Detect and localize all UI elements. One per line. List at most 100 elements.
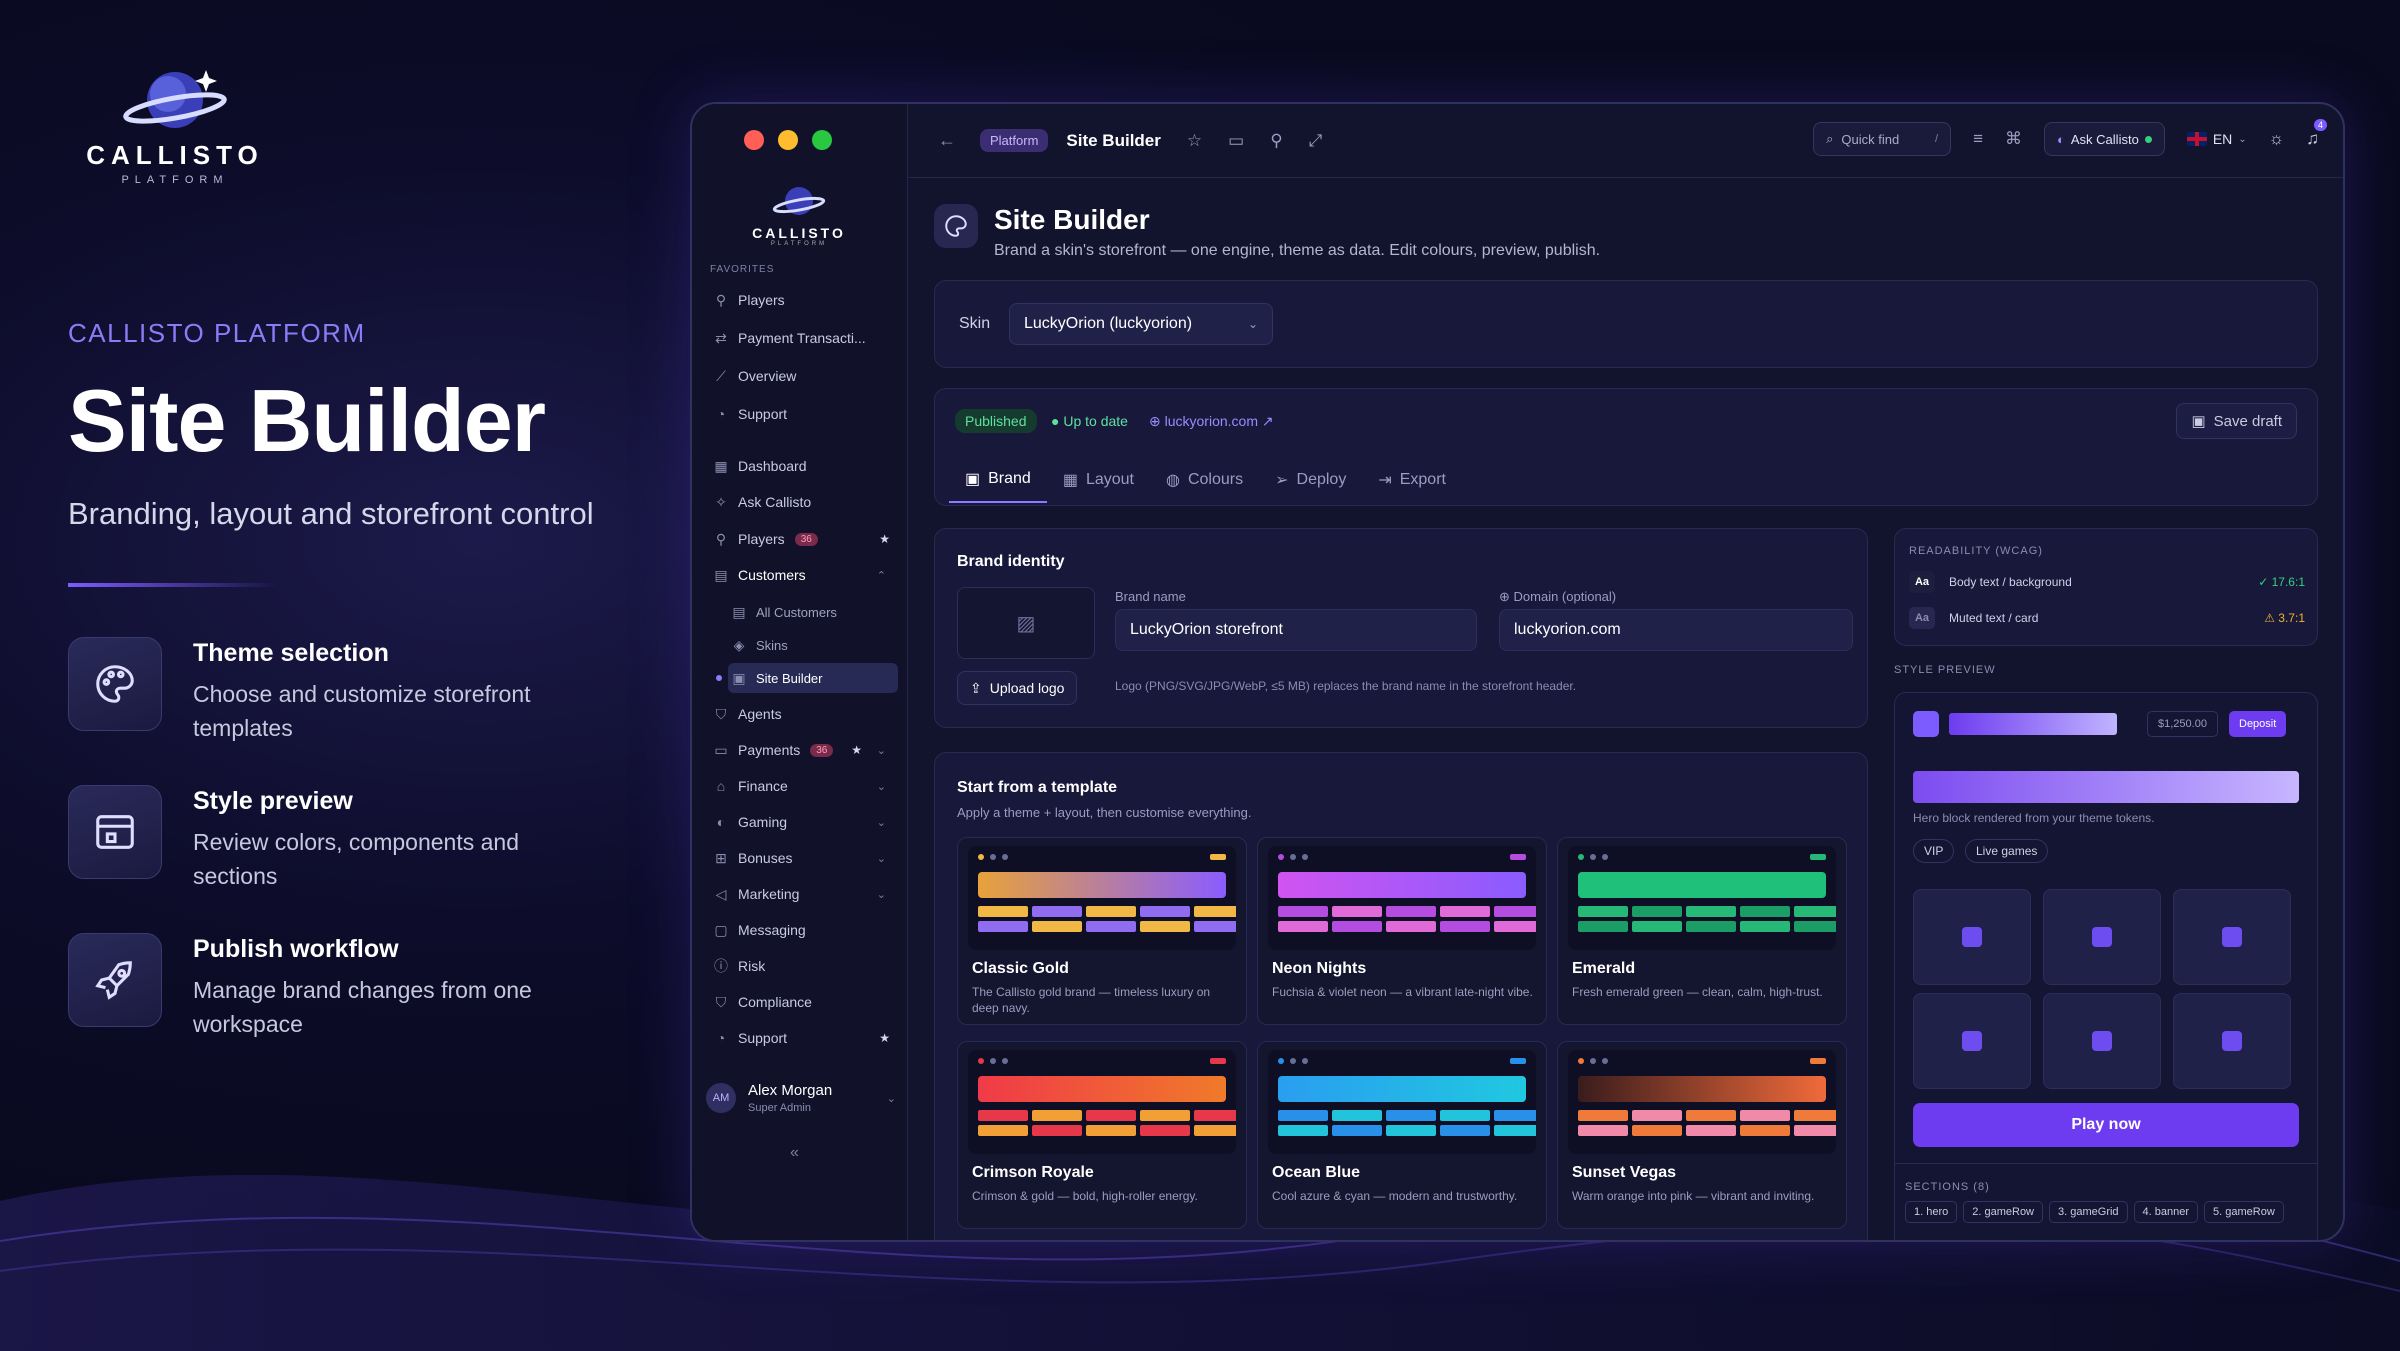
tab-colours[interactable]: ◍ Colours bbox=[1150, 457, 1259, 503]
preview-cell bbox=[1386, 906, 1436, 917]
sidebar-item-players[interactable]: ⚲ Players 36 ★ bbox=[710, 524, 898, 554]
command-icon[interactable]: ⌘ bbox=[2005, 129, 2022, 149]
upload-logo-label: Upload logo bbox=[989, 680, 1065, 696]
preview-cell bbox=[1632, 1125, 1682, 1136]
preview-cell bbox=[1686, 1125, 1736, 1136]
tab-brand[interactable]: ▣ Brand bbox=[949, 457, 1047, 503]
sidebar-item-messaging[interactable]: ▢ Messaging bbox=[710, 915, 898, 945]
window-icon[interactable]: ▭ bbox=[1228, 131, 1244, 151]
feature-publish-workflow: Publish workflow Manage brand changes fr… bbox=[68, 933, 628, 1037]
quick-find-button[interactable]: ⌕ Quick find / bbox=[1813, 122, 1952, 156]
upload-icon: ⇪ bbox=[970, 679, 982, 696]
preview-chip-vip[interactable]: VIP bbox=[1913, 839, 1955, 863]
domain-input[interactable]: luckyorion.com bbox=[1499, 609, 1853, 651]
preview-deposit-button[interactable]: Deposit bbox=[2229, 711, 2287, 737]
user-menu[interactable]: AM Alex Morgan Super Admin ⌄ bbox=[706, 1070, 896, 1126]
domain-link[interactable]: ⊕ luckyorion.com ↗ bbox=[1149, 413, 1274, 430]
sidebar-item-agents[interactable]: ⛉ Agents bbox=[710, 699, 898, 729]
preview-dot bbox=[978, 1058, 984, 1064]
preview-game-tile bbox=[2043, 889, 2161, 985]
section-chip[interactable]: 3. gameGrid bbox=[2049, 1201, 2128, 1223]
preview-chip-live-games[interactable]: Live games bbox=[1965, 839, 2049, 863]
sidebar-item-marketing[interactable]: ◁ Marketing ⌄ bbox=[710, 879, 898, 909]
star-icon[interactable]: ★ bbox=[851, 743, 862, 757]
sidebar-item-dashboard[interactable]: ▦ Dashboard bbox=[710, 451, 898, 481]
tab-deploy[interactable]: ➢ Deploy bbox=[1259, 457, 1362, 503]
sidebar-item-skins[interactable]: ◈ Skins bbox=[728, 630, 898, 660]
sidebar-fav-payment-transactions[interactable]: ⇄ Payment Transacti... bbox=[710, 323, 898, 353]
domain-label: ⊕ Domain (optional) bbox=[1499, 589, 1617, 604]
sidebar-item-label: Payments bbox=[738, 742, 801, 758]
sidebar-item-site-builder[interactable]: ▣ Site Builder bbox=[716, 663, 898, 693]
minimize-window-button[interactable] bbox=[778, 130, 798, 150]
collapse-sidebar-button[interactable]: « bbox=[790, 1144, 799, 1162]
sidebar-item-payments[interactable]: ▭ Payments 36 ★ ⌄ bbox=[710, 735, 898, 765]
expand-icon[interactable]: ⤢ bbox=[1309, 131, 1323, 151]
tab-layout[interactable]: ▦ Layout bbox=[1047, 457, 1150, 503]
sidebar-item-support[interactable]: ◔ Support ★ bbox=[710, 1023, 898, 1053]
skin-select[interactable]: LuckyOrion (luckyorion) ⌄ bbox=[1009, 303, 1273, 345]
sidebar-item-all-customers[interactable]: ▤ All Customers bbox=[728, 597, 898, 627]
sidebar-item-label: Support bbox=[738, 1030, 788, 1046]
sidebar-item-bonuses[interactable]: ⊞ Bonuses ⌄ bbox=[710, 843, 898, 873]
sidebar-item-label: All Customers bbox=[756, 604, 837, 620]
template-card[interactable]: Ocean Blue Cool azure & cyan — modern and… bbox=[1257, 1041, 1547, 1229]
star-icon[interactable]: ☆ bbox=[1187, 131, 1202, 151]
preview-cell bbox=[1386, 1125, 1436, 1136]
sidebar-item-customers[interactable]: ▤ Customers ⌃ bbox=[710, 560, 898, 590]
template-card[interactable]: Classic Gold The Callisto gold brand — ti… bbox=[957, 837, 1247, 1025]
tab-label: Brand bbox=[988, 470, 1031, 487]
section-chip[interactable]: 5. gameRow bbox=[2204, 1201, 2284, 1223]
preview-play-now-button[interactable]: Play now bbox=[1913, 1103, 2299, 1147]
preview-cell bbox=[1386, 921, 1436, 932]
pin-icon[interactable]: ⚲ bbox=[1270, 131, 1282, 151]
sidebar-fav-players[interactable]: ⚲ Players bbox=[710, 285, 898, 315]
sample-text-icon: Aa bbox=[1909, 571, 1935, 593]
notifications-button[interactable]: ♫ 4 bbox=[2306, 119, 2327, 149]
upload-logo-button[interactable]: ⇪ Upload logo bbox=[957, 671, 1078, 705]
template-card[interactable]: Neon Nights Fuchsia & violet neon — a vib… bbox=[1257, 837, 1547, 1025]
breadcrumb-platform[interactable]: Platform bbox=[980, 129, 1049, 152]
feature-title: Publish workflow bbox=[193, 935, 399, 963]
ask-callisto-button[interactable]: ◐ Ask Callisto bbox=[2044, 122, 2165, 156]
preview-cell bbox=[1440, 906, 1490, 917]
sidebar-item-ask-callisto[interactable]: ✧ Ask Callisto bbox=[710, 487, 898, 517]
template-card[interactable]: Emerald Fresh emerald green — clean, calm… bbox=[1557, 837, 1847, 1025]
sidebar-fav-support[interactable]: ◔ Support bbox=[710, 399, 898, 429]
feature-desc: Choose and customize storefront template… bbox=[193, 681, 531, 741]
save-draft-button[interactable]: ▣ Save draft bbox=[2176, 403, 2297, 439]
transfer-icon: ⇄ bbox=[715, 329, 727, 346]
style-preview-card: $1,250.00 Deposit Hero block rendered fr… bbox=[1894, 692, 2318, 1240]
sidebar-item-risk[interactable]: ⓘ Risk bbox=[710, 951, 898, 981]
tab-export[interactable]: ⇥ Export bbox=[1362, 457, 1462, 503]
sidebar-item-label: Dashboard bbox=[738, 458, 807, 474]
logo-wordmark: CALLISTO bbox=[86, 140, 264, 170]
chevron-down-icon: ⌄ bbox=[886, 1092, 896, 1105]
list-icon: ▤ bbox=[732, 603, 746, 620]
star-icon[interactable]: ★ bbox=[879, 532, 890, 546]
section-chip[interactable]: 1. hero bbox=[1905, 1201, 1958, 1223]
star-icon[interactable]: ★ bbox=[879, 1031, 890, 1045]
close-window-button[interactable] bbox=[744, 130, 764, 150]
brand-name-input[interactable]: LuckyOrion storefront bbox=[1115, 609, 1477, 651]
sidebar-item-gaming[interactable]: ◐ Gaming ⌄ bbox=[710, 807, 898, 837]
section-chip[interactable]: 4. banner bbox=[2133, 1201, 2199, 1223]
maximize-window-button[interactable] bbox=[812, 130, 832, 150]
sidebar-logo[interactable]: CALLISTO PLATFORM bbox=[744, 180, 854, 247]
hero-eyebrow: CALLISTO PLATFORM bbox=[68, 318, 366, 348]
readability-label: Muted text / card bbox=[1949, 611, 2039, 625]
language-selector[interactable]: EN ⌄ bbox=[2186, 131, 2247, 147]
palette-icon bbox=[934, 204, 978, 248]
preview-cell bbox=[1278, 906, 1328, 917]
filter-icon[interactable]: ≡ bbox=[1973, 129, 1983, 149]
logo-placeholder[interactable]: ▨ bbox=[957, 587, 1095, 659]
back-arrow-icon[interactable]: ← bbox=[938, 130, 956, 151]
sidebar-fav-overview[interactable]: ⟋ Overview bbox=[710, 361, 898, 391]
sidebar-item-finance[interactable]: ⌂ Finance ⌄ bbox=[710, 771, 898, 801]
section-chip[interactable]: 2. gameRow bbox=[1963, 1201, 2044, 1223]
template-card[interactable]: Sunset Vegas Warm orange into pink — vibr… bbox=[1557, 1041, 1847, 1229]
preview-dot bbox=[1302, 1058, 1308, 1064]
sidebar-item-compliance[interactable]: ⛉ Compliance bbox=[710, 987, 898, 1017]
sun-icon[interactable]: ☼ bbox=[2269, 129, 2285, 149]
template-card[interactable]: Crimson Royale Crimson & gold — bold, hig… bbox=[957, 1041, 1247, 1229]
